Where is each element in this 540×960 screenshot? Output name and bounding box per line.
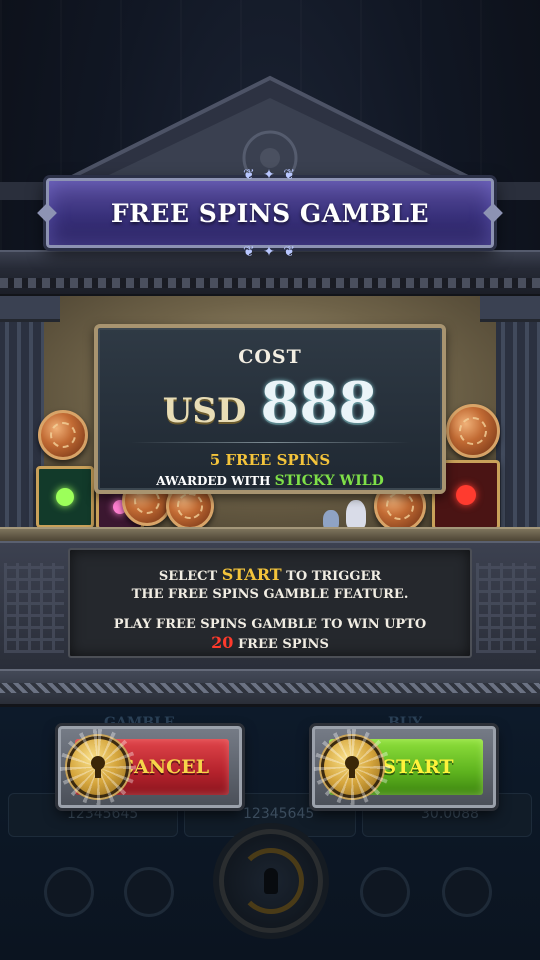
bronze-shield-icon: [38, 410, 88, 460]
win-value: 30.0088: [421, 806, 479, 822]
left-column-capital: [0, 296, 60, 322]
awarded-line: AWARDED WITH STICKY WILD: [98, 473, 442, 489]
dialog-title: FREE SPINS GAMBLE: [110, 198, 430, 228]
trigger-text: TO TRIGGER: [286, 569, 382, 584]
max-spins-number: 20: [211, 633, 234, 652]
rope-twist: [0, 683, 540, 693]
cost-label: COST: [238, 346, 302, 368]
meander-pattern: [4, 563, 64, 653]
title-banner: ❦ ✦ ❦ FREE SPINS GAMBLE ❦ ✦ ❦: [46, 167, 494, 260]
description-panel: SELECT START TO TRIGGER THE FREE SPINS G…: [68, 548, 472, 658]
awarded-prefix: AWARDED WITH: [156, 474, 271, 488]
select-text: SELECT: [158, 569, 218, 584]
lightning-icon: [44, 867, 94, 917]
bet-value: 12345645: [243, 806, 315, 822]
shelf: [0, 527, 540, 541]
description-paragraph-1: SELECT START TO TRIGGER THE FREE SPINS G…: [70, 566, 470, 604]
description-paragraph-2: PLAY FREE SPINS GAMBLE TO WIN UPTO 20 FR…: [70, 616, 470, 654]
cornice-dentils: [0, 278, 540, 288]
lock-keyhole-icon: [60, 729, 136, 805]
free-spins-count: 5 FREE SPINS: [209, 451, 331, 469]
free-spins-text: FREE SPINS: [237, 637, 329, 652]
start-button[interactable]: START: [312, 726, 496, 808]
laurel-icon: ❦ ✦ ❦: [242, 244, 298, 260]
meander-pattern: [476, 563, 536, 653]
currency-label: USD: [162, 391, 247, 431]
panel-divider: [130, 442, 410, 443]
plus-icon: [360, 867, 410, 917]
feature-text: THE FREE SPINS GAMBLE FEATURE.: [131, 587, 409, 602]
lock-keyhole-icon: [314, 729, 390, 805]
start-highlight: START: [221, 565, 282, 584]
sticky-wild-label: STICKY WILD: [274, 473, 384, 489]
cost-amount: USD 888: [98, 370, 442, 436]
green-treasure-chest-icon: [36, 466, 94, 528]
spin-button: [219, 829, 323, 933]
laurel-icon: ❦ ✦ ❦: [242, 167, 298, 183]
autoplay-icon: [442, 867, 492, 917]
right-column-capital: [480, 296, 540, 322]
right-column: [496, 296, 540, 546]
minus-icon: [124, 867, 174, 917]
bronze-shield-icon: [446, 404, 500, 458]
balance-value: 12345645: [67, 806, 139, 822]
cancel-button[interactable]: CANCEL: [58, 726, 242, 808]
play-text: PLAY FREE SPINS GAMBLE TO WIN UPTO: [113, 617, 427, 632]
vase-icon: [346, 500, 366, 530]
rope-border: [0, 669, 540, 707]
cost-panel: COST USD 888 5 FREE SPINS AWARDED WITH S…: [94, 324, 446, 494]
cost-value: 888: [260, 370, 378, 436]
spin-keyhole: [264, 868, 278, 894]
